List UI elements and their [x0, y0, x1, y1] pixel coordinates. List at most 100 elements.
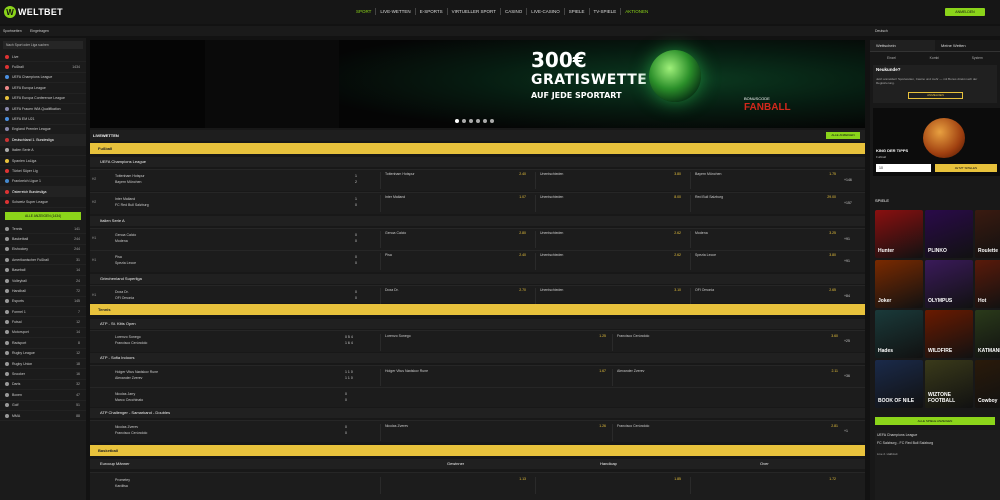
tab-einzel[interactable]: Einzel	[870, 54, 913, 62]
match-row[interactable]: H1 Pisa Spezia Lecce 0 0 Pisa 2.40 Unentschiede…	[90, 250, 865, 272]
game-tile[interactable]: WILDFIRE	[925, 310, 973, 358]
sport-item[interactable]: Formel 1 7	[0, 307, 86, 318]
more-markets[interactable]: +25	[844, 339, 850, 343]
promo-button[interactable]: JETZT SPIELEN	[935, 164, 997, 172]
odd-cell[interactable]: Nicolas Zverev 1.26	[380, 424, 610, 441]
odd-cell[interactable]: Lorenzo Sonego 1.25	[380, 334, 610, 351]
nav-live-casino[interactable]: LIVE-CASINO	[527, 8, 565, 15]
sidebar-item[interactable]: Fußball 1434	[0, 62, 86, 73]
more-markets[interactable]: +36	[844, 374, 850, 378]
odd-winner[interactable]: 1.13	[519, 477, 526, 481]
promo-input[interactable]: 10	[876, 164, 931, 172]
sport-selector[interactable]: Sportwetten	[3, 29, 22, 33]
match-row[interactable]: H2 Tottenham Hotspur Bayern München 1 2 Totte…	[90, 169, 865, 191]
sport-item[interactable]: Basketball 244	[0, 234, 86, 245]
tennis-row[interactable]: Lorenzo Sonego Francisco Cerúndolo 0 5 4 1 …	[90, 330, 865, 352]
promo-banner[interactable]: 300€ GRATISWETTE AUF JEDE SPORTART BONUS…	[90, 40, 865, 128]
sport-item[interactable]: Rugby Union 18	[0, 359, 86, 370]
league-ucl[interactable]: UEFA Champions League	[90, 157, 865, 167]
carousel-dot[interactable]	[469, 119, 473, 123]
odd-cell[interactable]: Unentschieden 2.62	[535, 253, 685, 270]
show-all-button[interactable]: ALLE ANZEIGEN (1434)	[5, 211, 81, 220]
section-tennis[interactable]: Tennis	[90, 304, 865, 315]
odd-cell[interactable]: Genoa Calcio 2.80	[380, 231, 530, 248]
panel-register-button[interactable]: ANMELDEN	[908, 92, 963, 99]
sport-item[interactable]: Rugby League 12	[0, 349, 86, 359]
all-games-button[interactable]: ALLE SPIELE ANZEIGEN	[875, 417, 995, 425]
more-markets[interactable]: +146	[844, 178, 852, 182]
sport-item[interactable]: Handball 72	[0, 286, 86, 297]
match-row[interactable]: H1 Doxa Dr. OFI Omonia 0 0 Doxa Dr. 2.70 Unents…	[90, 285, 865, 305]
odd-cell[interactable]: Francisco Cerúndolo 2.81	[612, 424, 842, 441]
odd-cell[interactable]: Francisco Cerúndolo 3.60	[612, 334, 842, 351]
sidebar-item[interactable]: Italien Serie A	[0, 146, 86, 156]
nav-spiele[interactable]: SPIELE	[565, 8, 590, 15]
league-euro[interactable]: Eurocup Männer Gewinner Handicap Over	[90, 459, 865, 469]
odd-cell[interactable]: Red Bull Salzburg 29.00	[690, 195, 840, 212]
league-atpc[interactable]: ATP Challenger - Samarkand - Doubles	[90, 408, 865, 418]
nav-sport[interactable]: SPORT	[352, 8, 377, 15]
game-tile[interactable]: WIZTONE FOOTBALL	[925, 360, 973, 408]
sport-item[interactable]: Boxen 47	[0, 390, 86, 401]
sidebar-item[interactable]: Österreich Bundesliga	[0, 187, 86, 198]
sport-item[interactable]: Baseball 14	[0, 265, 86, 276]
language-selector[interactable]: Deutsch	[875, 29, 888, 33]
carousel-dot[interactable]	[490, 119, 494, 123]
sport-item[interactable]: Futsal 12	[0, 317, 86, 328]
sport-item[interactable]: Motorsport 14	[0, 328, 86, 339]
odd-cell[interactable]: Tottenham Hotspur 2.40	[380, 172, 530, 189]
league-atp[interactable]: ATP - St. Kitts Open	[90, 319, 865, 329]
game-tile[interactable]: Roulette	[975, 210, 1000, 258]
tab-wettschein[interactable]: Wettschein	[870, 40, 935, 51]
carousel-dot[interactable]	[462, 119, 466, 123]
sidebar-item[interactable]: Frankreich Ligue 1	[0, 177, 86, 188]
odd-handicap[interactable]: 1.85	[674, 477, 681, 481]
odd-cell[interactable]: Inter Mailand 1.07	[380, 195, 530, 212]
sidebar-item[interactable]: Türkei Süper Lig	[0, 166, 86, 177]
nav-aktionen[interactable]: AKTIONEN	[621, 8, 652, 15]
game-tile[interactable]: Cowboy	[975, 360, 1000, 408]
more-markets[interactable]: +84	[844, 294, 850, 298]
odd-cell[interactable]: Doxa Dr. 2.70	[380, 288, 530, 305]
carousel-dots[interactable]	[455, 119, 494, 123]
tennis-row[interactable]: Nicolas Zverev Francisco Cerúndolo 0 0 Nicol…	[90, 420, 865, 442]
odd-cell[interactable]: Unentschieden 3.80	[535, 172, 685, 189]
game-tile[interactable]: Hades	[875, 310, 923, 358]
game-tile[interactable]: OLYMPUS	[925, 260, 973, 308]
game-tile[interactable]: Hot	[975, 260, 1000, 308]
odd-cell[interactable]: Modena 3.25	[690, 231, 840, 248]
logo[interactable]: W WELTBET	[4, 6, 63, 18]
carousel-dot[interactable]	[483, 119, 487, 123]
sport-item[interactable]: Snooker 16	[0, 369, 86, 380]
nav-virtueller-sport[interactable]: VIRTUELLER SPORT	[448, 8, 501, 15]
tab-system[interactable]: System	[956, 54, 999, 62]
game-tile[interactable]: PLINKO	[925, 210, 973, 258]
sidebar-item[interactable]: UEFA Champions League	[0, 73, 86, 84]
basket-row[interactable]: Prometey Karditsa 1.13 1.85 1.72	[90, 472, 865, 500]
section-basketball[interactable]: Basketball	[90, 445, 865, 456]
live-widget[interactable]: UEFA Champions League FC Salzburg - FC R…	[875, 430, 1000, 500]
carousel-dot[interactable]	[476, 119, 480, 123]
match-row[interactable]: H2 Inter Mailand FC Red Bull Salzburg 1 0 Int…	[90, 192, 865, 214]
odd-cell[interactable]: Spezia Lecce 3.80	[690, 253, 840, 270]
league-ita[interactable]: Italien Serie A	[90, 216, 865, 226]
carousel-dot[interactable]	[455, 119, 459, 123]
odd-cell[interactable]: Pisa 2.40	[380, 253, 530, 270]
sidebar-item[interactable]: UEFA EM U21	[0, 114, 86, 125]
tennis-row[interactable]: Nicolas Jarry Marco Cecchinato 0 0	[90, 387, 865, 407]
sport-item[interactable]: Eishockey 244	[0, 245, 86, 256]
nav-tv-spiele[interactable]: TV-SPIELE	[590, 8, 622, 15]
sport-item[interactable]: Radsport 8	[0, 338, 86, 349]
sidebar-item[interactable]: England Premier League	[0, 125, 86, 136]
odd-over[interactable]: 1.72	[829, 477, 836, 481]
odd-cell[interactable]: Unentschieden 8.00	[535, 195, 685, 212]
odd-cell[interactable]: OFI Omonia 2.65	[690, 288, 840, 305]
sidebar-item[interactable]: Deutschland 1. Bundesliga	[0, 135, 86, 146]
nav-casino[interactable]: CASINO	[501, 8, 528, 15]
odd-cell[interactable]: Bayern München 1.75	[690, 172, 840, 189]
tab-kombi[interactable]: Kombi	[913, 54, 956, 62]
more-markets[interactable]: +91	[844, 259, 850, 263]
sidebar-item[interactable]: UEFA Europa Conference League	[0, 94, 86, 104]
sport-item[interactable]: Darts 32	[0, 380, 86, 391]
odd-cell[interactable]: Holger Vitus Nødskov Rune 1.67	[380, 369, 610, 386]
